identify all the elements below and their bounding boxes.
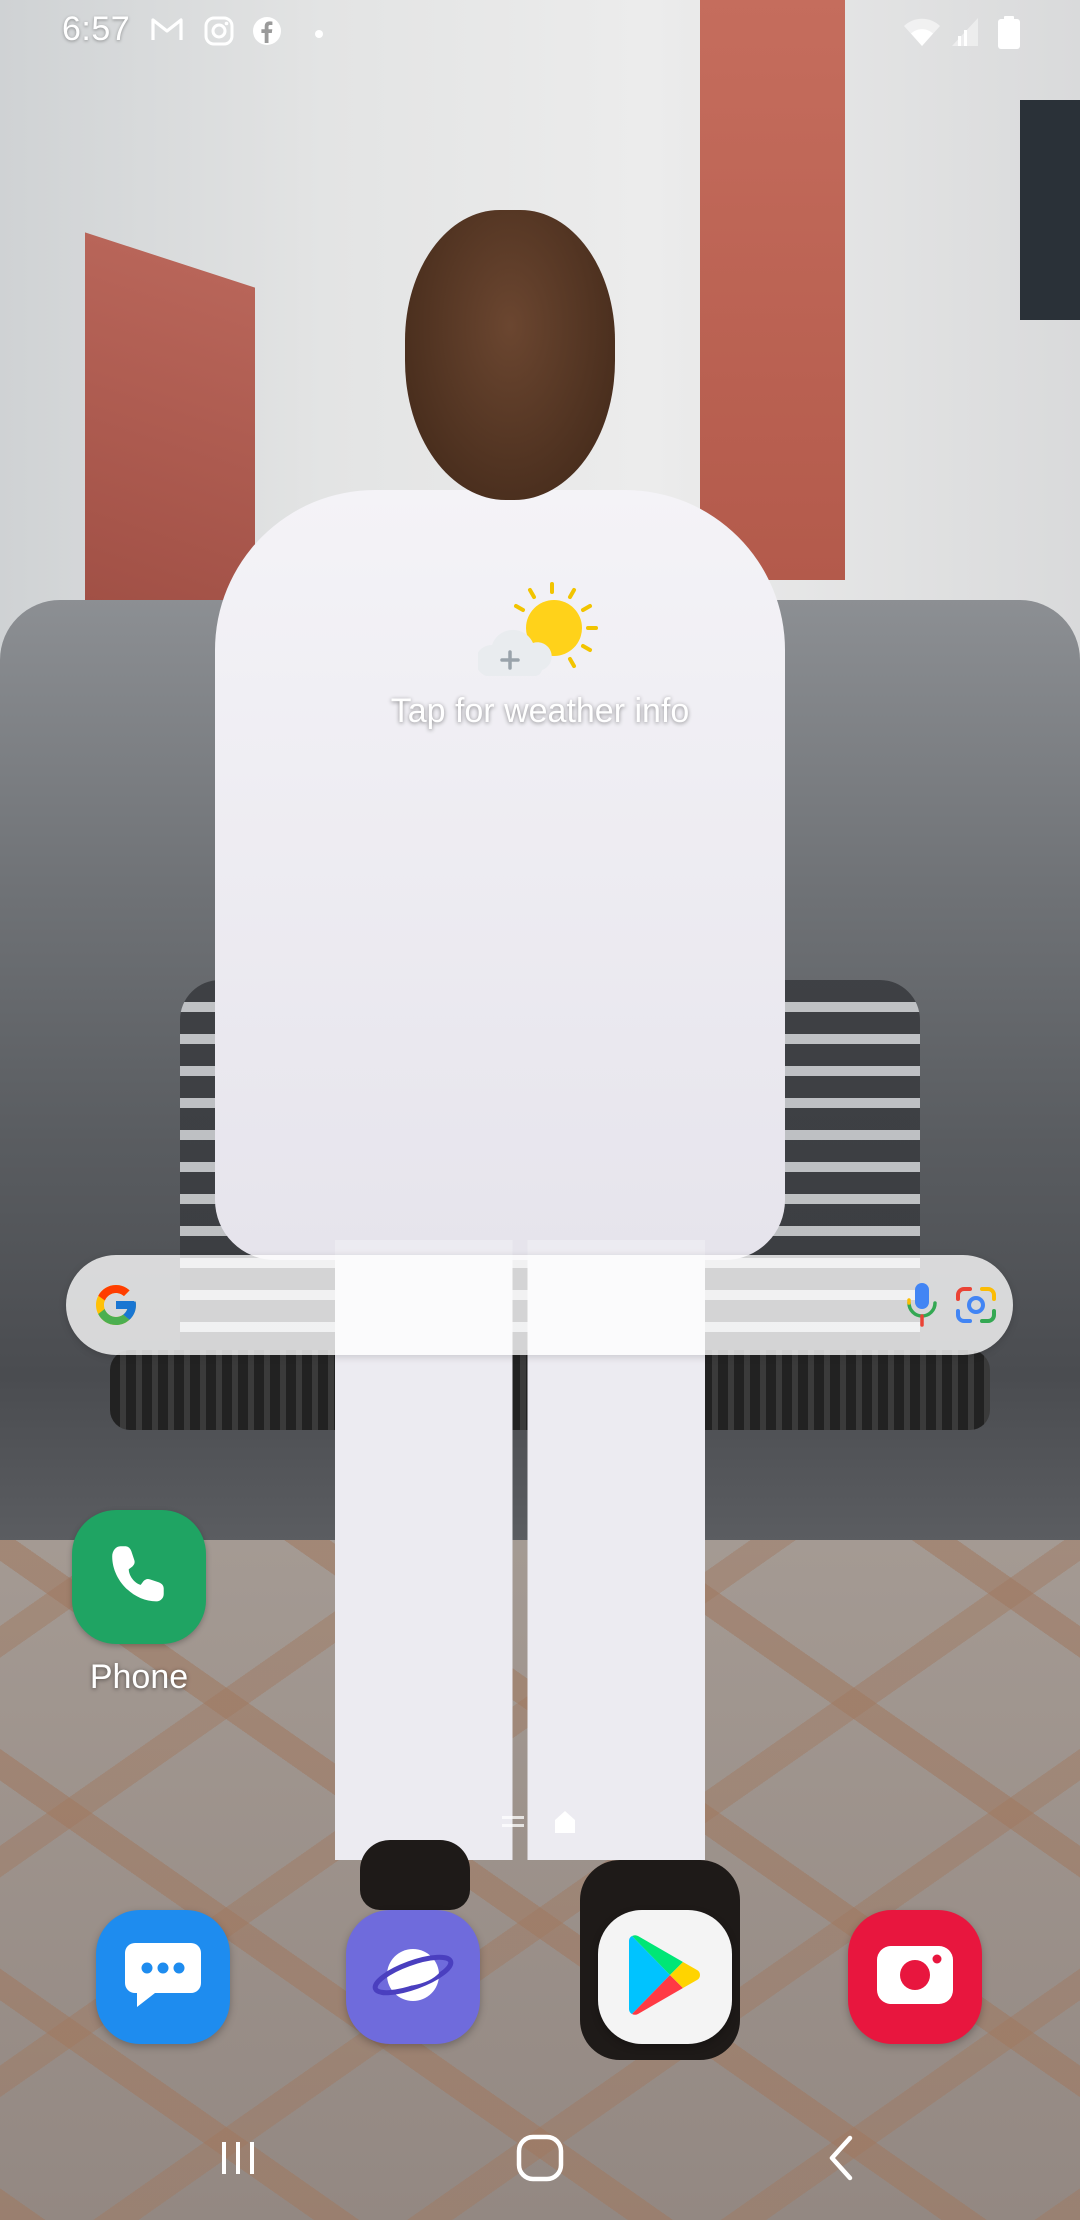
messages-icon [121,1937,205,2018]
home-icon [515,2133,565,2188]
dock-internet[interactable] [346,1910,480,2044]
page-indicator[interactable] [498,1808,588,1838]
dock-playstore[interactable] [598,1910,732,2044]
weather-widget[interactable]: Tap for weather info [360,580,720,740]
recents-icon [216,2136,260,2185]
lens-icon[interactable] [952,1281,1000,1334]
status-time: 6:57 [62,10,131,48]
dot-icon [314,26,324,44]
google-icon [92,1281,140,1334]
wallpaper-red-panel-right [700,0,845,580]
mic-icon[interactable] [902,1279,942,1336]
navigation-bar [0,2100,1080,2220]
instagram-icon [204,16,234,51]
dock-camera[interactable] [848,1910,982,2044]
sun-cloud-icon [475,580,602,689]
app-phone-label: Phone [89,1658,189,1696]
status-bar[interactable]: 6:57 [0,0,1080,64]
wallpaper-person-head [405,210,615,500]
home-indicator-icon [554,1810,576,1839]
gmail-icon [150,16,184,47]
back-icon [822,2133,862,2188]
battery-icon [997,16,1021,55]
wallpaper [0,0,1080,2220]
signal-icon [950,16,980,53]
wallpaper-window [1020,100,1080,320]
play-store-icon [626,1932,704,2023]
home-button[interactable] [495,2130,585,2190]
app-phone[interactable]: Phone [72,1510,206,1700]
internet-icon [368,1930,458,2025]
wifi-icon [902,16,942,53]
camera-icon [873,1940,957,2015]
dock-messages[interactable] [96,1910,230,2044]
weather-info-label: Tap for weather info [390,692,690,730]
back-button[interactable] [797,2130,887,2190]
phone-icon [72,1510,206,1644]
menu-lines-icon [502,1814,524,1835]
recents-button[interactable] [193,2130,283,2190]
facebook-icon [252,16,282,51]
wallpaper-person-shoe-left [360,1840,470,1910]
google-search-bar[interactable] [66,1255,1013,1355]
